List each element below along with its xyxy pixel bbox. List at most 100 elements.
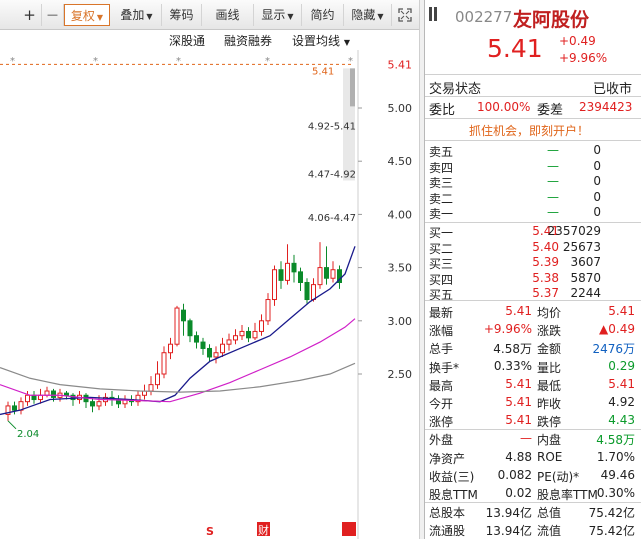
y-tick-label: 3.00 (388, 315, 413, 328)
asterisk-marker: * (10, 56, 15, 67)
price-change-pct: +9.96% (559, 51, 608, 65)
buy-volume: 3607 (570, 255, 601, 269)
candlestick (317, 242, 323, 289)
event-marker-s: S (206, 525, 214, 538)
stat-label: 最新 (429, 306, 454, 320)
candlestick (252, 322, 258, 340)
stock-name: 友阿股份 (513, 9, 590, 31)
candlestick (324, 246, 329, 285)
candlestick (135, 391, 141, 406)
buy-level-label: 买一 (429, 226, 454, 240)
chips-button[interactable]: 筹码 (162, 4, 202, 26)
adjust-dropdown[interactable]: 复权 ▼ (64, 4, 110, 26)
kline-chart[interactable]: 5.00 4.50 4.00 3.50 3.00 2.50 5.41 5.41 * * * * * 4.9… (0, 0, 419, 539)
candlestick (194, 331, 199, 349)
hide-dropdown[interactable]: 隐藏 ▼ (344, 4, 392, 26)
stat-value: 0.082 (497, 467, 532, 482)
candlestick (174, 305, 180, 347)
chart-panel[interactable]: 5.00 4.50 4.00 3.50 3.00 2.50 5.41 5.41 * * * * * 4.9… (0, 0, 419, 539)
stat-label: 净资产 (429, 451, 466, 466)
sell-volume: 0 (593, 174, 601, 188)
promo-link[interactable]: 抓住机会，即刻开户！ (469, 122, 589, 139)
stat-value: 75.42亿 (588, 524, 635, 539)
margin-link[interactable]: 融资融券 (224, 32, 272, 49)
stat-label: 总股本 (429, 506, 466, 521)
stat-label: 金额 (537, 342, 562, 357)
candlestick (83, 393, 89, 409)
event-marker-fin: 财 (258, 523, 269, 537)
sell-level-label: 卖五 (429, 145, 454, 159)
overlay-dropdown[interactable]: 叠加 ▼ (112, 4, 162, 26)
stock-code: 002277 (455, 8, 513, 26)
stat-label: 涨幅 (429, 324, 454, 339)
connect-link[interactable]: 深股通 (169, 32, 205, 49)
fullscreen-icon[interactable] (394, 4, 416, 26)
stat-value: +9.96% (483, 322, 532, 337)
y-tick-label: 3.50 (388, 262, 413, 275)
chevron-down-icon: ▼ (377, 12, 384, 21)
stat-label: 最高 (429, 378, 454, 393)
y-tick-label: 4.00 (388, 208, 413, 221)
chevron-down-icon: ▼ (146, 12, 153, 21)
price-tag: 5.41 (388, 58, 413, 71)
settings-icon[interactable] (428, 6, 440, 26)
candlestick (233, 329, 238, 345)
candlestick (304, 278, 310, 304)
asterisk-marker: * (265, 56, 270, 67)
chevron-down-icon: ▼ (96, 13, 104, 22)
candlestick (207, 344, 212, 362)
stat-value: ▲0.49 (599, 322, 635, 337)
stat-value: 0.29 (608, 358, 635, 373)
zoom-out-button[interactable]: — (42, 4, 64, 26)
stat-label: 总值 (537, 506, 562, 521)
stat-label: 均价 (537, 306, 562, 320)
asterisk-marker: * (176, 56, 181, 67)
candlestick (155, 361, 160, 389)
stat-label: 流值 (537, 524, 562, 539)
stat-label: 涨跌 (537, 324, 562, 339)
status-label: 交易状态 (429, 82, 482, 97)
chart-toolbar: + — 复权 ▼ 叠加 ▼ 筹码 画线 显示 ▼ 简约 隐藏 ▼ (0, 0, 419, 30)
hide-label: 隐藏 (351, 8, 376, 22)
stat-value: 49.46 (600, 467, 635, 482)
stat-value: 5.41 (608, 376, 635, 391)
sell-volume: 0 (593, 189, 601, 204)
candlestick (181, 303, 186, 336)
candlestick (259, 314, 264, 336)
sell-level-label: 卖三 (429, 176, 454, 190)
stat-value: 4.88 (505, 449, 532, 464)
stat-value: 13.94亿 (485, 506, 532, 521)
candlestick (265, 293, 271, 326)
chip-bar-dark (350, 68, 355, 107)
display-label: 显示 (261, 8, 286, 22)
order-ratio-value: 100.00% (477, 100, 531, 114)
order-ratio-label: 委比 (429, 103, 456, 118)
candlestick (25, 391, 30, 406)
stat-value: 0.30% (596, 486, 635, 500)
candlestick (5, 401, 11, 421)
candlestick (278, 261, 284, 289)
stat-label: 跌停 (537, 415, 562, 430)
chip-range-label: 4.92-5.41 (308, 122, 356, 133)
candlestick (148, 376, 154, 396)
buy-volume: 5870 (570, 270, 601, 285)
zoom-in-button[interactable]: + (18, 4, 42, 26)
low-pointer (7, 420, 17, 430)
candlestick (161, 346, 167, 379)
candlestick (220, 337, 225, 357)
candlestick (285, 244, 290, 285)
buy-level-label: 买二 (429, 241, 454, 256)
ma20-line (0, 362, 356, 393)
stat-label: 最低 (537, 378, 562, 393)
stat-label: 外盘 (429, 433, 454, 448)
ma-settings-dropdown[interactable]: 设置均线 ▼ (292, 32, 350, 49)
simple-mode-button[interactable]: 简约 (302, 4, 344, 26)
candlestick (122, 395, 128, 409)
candlestick (18, 397, 24, 415)
stat-value: — (520, 431, 532, 446)
asterisk-marker: * (93, 56, 98, 67)
draw-line-button[interactable]: 画线 (202, 4, 254, 26)
display-dropdown[interactable]: 显示 ▼ (254, 4, 302, 26)
stat-label: 涨停 (429, 415, 454, 430)
candlestick (38, 388, 43, 404)
